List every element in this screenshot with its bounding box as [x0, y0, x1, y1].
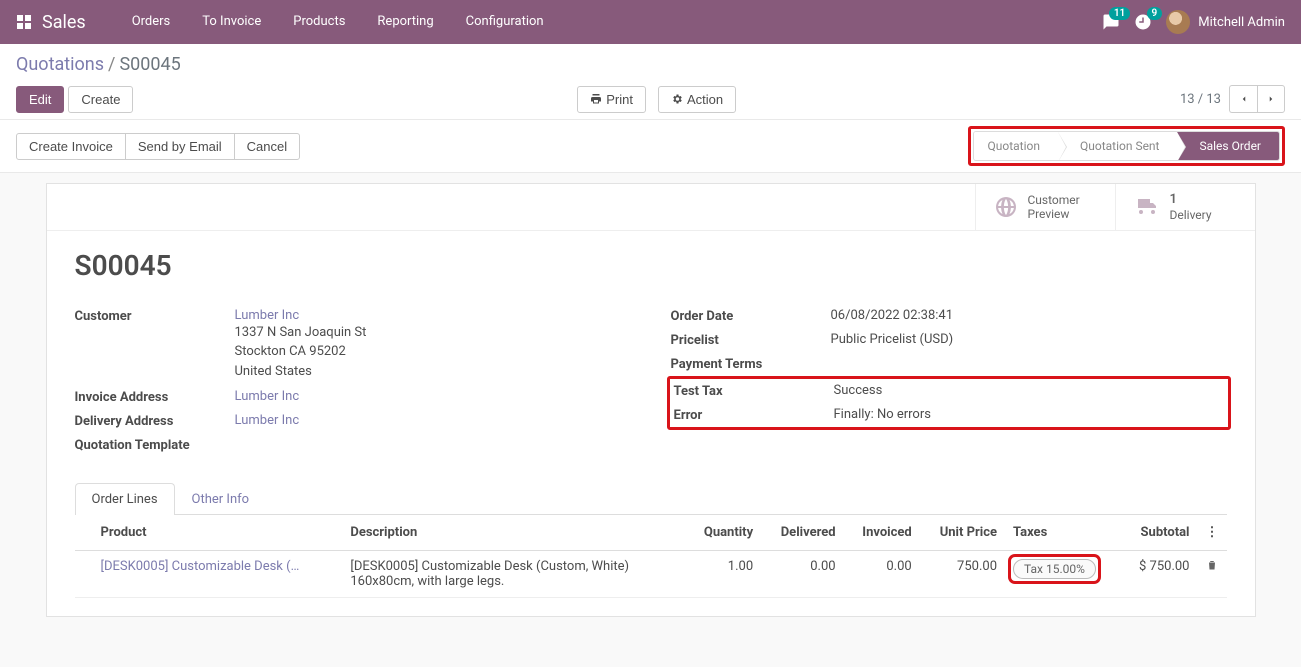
control-bar: Quotations/S00045 Edit Create Print Acti… — [0, 44, 1301, 120]
delete-row-icon[interactable] — [1198, 551, 1227, 598]
avatar — [1166, 10, 1190, 34]
value-pricelist: Public Pricelist (USD) — [831, 332, 1227, 347]
th-subtotal: Subtotal — [1120, 515, 1197, 551]
th-product: Product — [93, 515, 343, 551]
breadcrumb: Quotations/S00045 — [16, 54, 1285, 75]
pager-next[interactable] — [1257, 85, 1285, 113]
user-menu[interactable]: Mitchell Admin — [1166, 10, 1285, 34]
print-icon — [590, 93, 602, 105]
cell-quantity: 1.00 — [685, 551, 761, 598]
table-row[interactable]: [DESK0005] Customizable Desk (… [DESK000… — [75, 551, 1227, 598]
menu-products[interactable]: Products — [277, 0, 361, 44]
messages-count: 11 — [1109, 7, 1130, 20]
label-invoice-address: Invoice Address — [75, 389, 235, 405]
label-pricelist: Pricelist — [671, 332, 831, 348]
order-lines-table: Product Description Quantity Delivered I… — [75, 515, 1227, 598]
stat-customer-preview[interactable]: Customer Preview — [975, 184, 1115, 230]
customer-addr1: 1337 N San Joaquin St — [235, 323, 631, 343]
stat-delivery[interactable]: 1 Delivery — [1115, 184, 1255, 230]
send-email-button[interactable]: Send by Email — [125, 133, 235, 160]
th-description: Description — [342, 515, 685, 551]
drag-handle[interactable] — [75, 551, 93, 598]
cell-unit-price: 750.00 — [920, 551, 1005, 598]
status-bar: Quotation Quotation Sent Sales Order — [973, 131, 1281, 161]
customer-addr2: Stockton CA 95202 — [235, 342, 631, 362]
cell-delivered: 0.00 — [761, 551, 843, 598]
app-brand[interactable]: Sales — [42, 12, 86, 33]
tab-other-info[interactable]: Other Info — [175, 483, 267, 515]
customer-addr3: United States — [235, 362, 631, 382]
value-error: Finally: No errors — [834, 407, 1224, 422]
stage-sales-order[interactable]: Sales Order — [1177, 132, 1279, 160]
edit-button[interactable]: Edit — [16, 86, 64, 113]
breadcrumb-root[interactable]: Quotations — [16, 54, 104, 75]
menu-configuration[interactable]: Configuration — [450, 0, 560, 44]
pager-prev[interactable] — [1229, 85, 1257, 113]
cell-invoiced: 0.00 — [844, 551, 920, 598]
page-title: S00045 — [75, 249, 1227, 282]
breadcrumb-current: S00045 — [119, 54, 180, 75]
highlight-tax: Tax 15.00% — [1013, 562, 1096, 577]
highlight-statusbar: Quotation Quotation Sent Sales Order — [968, 126, 1286, 166]
th-invoiced: Invoiced — [844, 515, 920, 551]
apps-icon[interactable] — [16, 14, 32, 30]
print-button[interactable]: Print — [577, 86, 646, 113]
stage-quotation[interactable]: Quotation — [974, 132, 1058, 160]
status-row: Create Invoice Send by Email Cancel Quot… — [0, 120, 1301, 173]
label-delivery-address: Delivery Address — [75, 413, 235, 429]
value-test-tax: Success — [834, 383, 1224, 398]
label-order-date: Order Date — [671, 308, 831, 324]
label-customer: Customer — [75, 308, 235, 324]
th-delivered: Delivered — [761, 515, 843, 551]
menu-to-invoice[interactable]: To Invoice — [186, 0, 277, 44]
create-invoice-button[interactable]: Create Invoice — [16, 133, 126, 160]
label-test-tax: Test Tax — [674, 383, 834, 399]
cell-product[interactable]: [DESK0005] Customizable Desk (… — [101, 559, 300, 574]
globe-icon — [994, 195, 1018, 219]
tab-order-lines[interactable]: Order Lines — [75, 483, 175, 515]
cell-description-l1: [DESK0005] Customizable Desk (Custom, Wh… — [350, 559, 677, 574]
cell-description-l2: 160x80cm, with large legs. — [350, 574, 677, 589]
activities-count: 9 — [1147, 7, 1163, 20]
th-quantity: Quantity — [685, 515, 761, 551]
label-payment-terms: Payment Terms — [671, 356, 831, 372]
pager-text[interactable]: 13 / 13 — [1180, 92, 1221, 107]
customer-link[interactable]: Lumber Inc — [235, 308, 300, 323]
value-order-date: 06/08/2022 02:38:41 — [831, 308, 1227, 323]
main-menu: Orders To Invoice Products Reporting Con… — [116, 0, 560, 44]
stat-buttons: Customer Preview 1 Delivery — [47, 184, 1255, 231]
activities-icon[interactable]: 9 — [1134, 13, 1152, 31]
messages-icon[interactable]: 11 — [1102, 13, 1120, 31]
column-options[interactable]: ⋮ — [1198, 515, 1227, 551]
form-sheet: Customer Preview 1 Delivery S00045 Custo… — [46, 183, 1256, 617]
invoice-address-link[interactable]: Lumber Inc — [235, 389, 300, 404]
label-quotation-template: Quotation Template — [75, 437, 235, 453]
truck-icon — [1134, 195, 1160, 219]
th-taxes: Taxes — [1005, 515, 1120, 551]
tax-pill[interactable]: Tax 15.00% — [1013, 559, 1096, 579]
stage-quotation-sent[interactable]: Quotation Sent — [1058, 132, 1178, 160]
action-button[interactable]: Action — [658, 86, 736, 113]
tabs: Order Lines Other Info — [75, 483, 1227, 515]
menu-reporting[interactable]: Reporting — [361, 0, 449, 44]
highlight-fields: Test Tax Success Error Finally: No error… — [667, 376, 1231, 430]
th-unit-price: Unit Price — [920, 515, 1005, 551]
create-button[interactable]: Create — [68, 86, 133, 113]
label-error: Error — [674, 407, 834, 423]
delivery-address-link[interactable]: Lumber Inc — [235, 413, 300, 428]
cancel-button[interactable]: Cancel — [234, 133, 300, 160]
user-name: Mitchell Admin — [1198, 15, 1285, 30]
gear-icon — [671, 93, 683, 105]
cell-subtotal: $ 750.00 — [1120, 551, 1197, 598]
top-nav: Sales Orders To Invoice Products Reporti… — [0, 0, 1301, 44]
menu-orders[interactable]: Orders — [116, 0, 187, 44]
